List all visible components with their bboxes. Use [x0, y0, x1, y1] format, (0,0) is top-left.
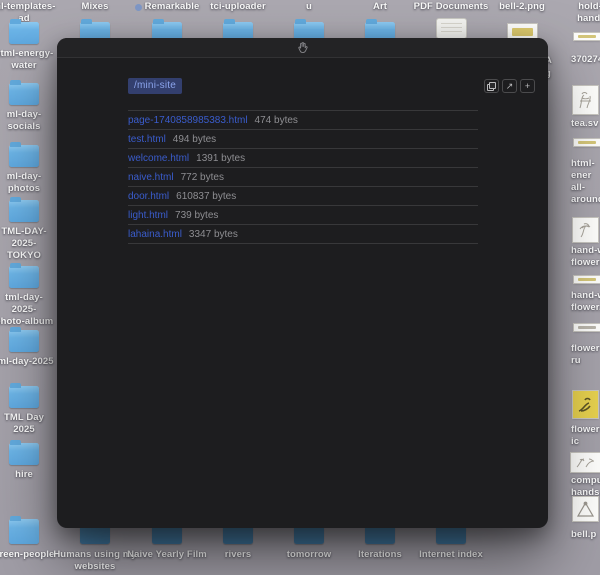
- desktop-item: html-energy- water: [0, 22, 54, 72]
- file-link[interactable]: door.html: [128, 191, 169, 202]
- desktop-icon-label: tea.sv: [571, 118, 600, 130]
- add-icon: +: [525, 81, 530, 92]
- sketch-art: [576, 395, 595, 415]
- desktop-icon-label: flower-ic: [571, 424, 600, 448]
- desktop-icon-label: TML-DAY-2025- TOKYO: [0, 226, 54, 262]
- sketch-art: [574, 456, 598, 470]
- desktop-item: ml-day-socials: [0, 83, 54, 133]
- desktop-item: tml-day-2025- photo-album: [0, 266, 54, 328]
- desktop-icon-label: 370274: [571, 54, 600, 66]
- folder-icon[interactable]: [9, 443, 39, 465]
- window-toolbar: ↗ +: [484, 79, 535, 93]
- sketch-art: [576, 89, 595, 111]
- file-link[interactable]: lahaina.html: [128, 229, 182, 240]
- desktop-icon-label: html-ener all-around: [571, 158, 600, 206]
- desktop-item: TML-DAY-2025- TOKYO: [0, 200, 54, 262]
- file-size: 772 bytes: [181, 172, 224, 183]
- desktop-icon-label: hire: [15, 469, 33, 481]
- desktop-icon-label: TML Day 2025: [0, 412, 54, 436]
- file-size: 494 bytes: [173, 134, 216, 145]
- file-link[interactable]: test.html: [128, 134, 166, 145]
- image-thumbnail-icon[interactable]: [574, 139, 600, 146]
- file-row: light.html 739 bytes: [128, 206, 478, 225]
- drag-hand-icon[interactable]: [296, 41, 309, 54]
- image-thumbnail-icon[interactable]: [574, 33, 600, 40]
- desktop-icon-label: u: [269, 1, 349, 13]
- image-thumbnail-icon[interactable]: [573, 218, 598, 242]
- window-titlebar[interactable]: [57, 38, 548, 58]
- desktop-icon-label: hold-n hand.p: [553, 1, 600, 25]
- open-external-button[interactable]: ↗: [502, 79, 517, 93]
- file-size: 739 bytes: [175, 210, 218, 221]
- file-row: naive.html 772 bytes: [128, 168, 478, 187]
- desktop-icon-label: tci-uploader: [198, 1, 278, 13]
- file-size: 3347 bytes: [189, 229, 238, 240]
- open-external-icon: ↗: [506, 81, 514, 92]
- folder-icon[interactable]: [9, 330, 39, 352]
- path-badge[interactable]: /mini-site: [128, 78, 182, 94]
- copy-icon: [487, 82, 496, 91]
- desktop-icon-label: bell.p: [571, 529, 600, 541]
- sketch-art: [576, 221, 595, 239]
- file-link[interactable]: page-1740858985383.html: [128, 115, 248, 126]
- desktop-icon-label: Art: [340, 1, 420, 13]
- desktop-icon-label: tml-day-2025- photo-album: [0, 292, 54, 328]
- folder-icon[interactable]: [9, 83, 39, 105]
- file-row: door.html 610837 bytes: [128, 187, 478, 206]
- image-thumbnail-icon[interactable]: [573, 391, 598, 418]
- bell-sketch-art: [576, 500, 595, 518]
- folder-icon[interactable]: [9, 145, 39, 167]
- desktop-icon-label: ml-day-photos: [0, 171, 54, 195]
- file-link[interactable]: naive.html: [128, 172, 174, 183]
- desktop-icon-label: flower-ru: [571, 343, 600, 367]
- folder-icon[interactable]: [9, 22, 39, 44]
- folder-icon[interactable]: [9, 386, 39, 408]
- desktop-icon-label: ml-day-socials: [0, 109, 54, 133]
- desktop-icon-label: Remarkable: [127, 1, 207, 13]
- desktop-icon-label: hand-w flower.: [571, 290, 600, 314]
- folder-icon[interactable]: [9, 519, 39, 544]
- file-browser-window: /mini-site ↗ + page-1740858985383.html 47…: [57, 38, 548, 528]
- desktop-icon-label: PDF Documents: [411, 1, 491, 13]
- image-thumbnail-icon[interactable]: [574, 276, 600, 283]
- file-size: 610837 bytes: [176, 191, 236, 202]
- desktop-item: hire: [0, 443, 54, 481]
- document-stack-icon[interactable]: [437, 19, 466, 38]
- desktop-icon-label: bell-2.png: [482, 1, 562, 13]
- path-toolbar-row: /mini-site ↗ +: [128, 78, 535, 94]
- desktop-item: ml-day-photos: [0, 145, 54, 195]
- image-thumbnail-icon[interactable]: [573, 497, 598, 521]
- desktop-item: tml-day-2025: [0, 330, 54, 368]
- file-link[interactable]: welcome.html: [128, 153, 189, 164]
- desktop-icon-label: rivers: [225, 549, 251, 561]
- file-row: lahaina.html 3347 bytes: [128, 225, 478, 244]
- desktop-icon-label: tml-day-2025: [0, 356, 54, 368]
- file-list: page-1740858985383.html 474 bytes test.ht…: [128, 110, 478, 244]
- sync-dot-icon: [135, 4, 142, 11]
- folder-icon[interactable]: [9, 200, 39, 222]
- desktop-icon-label: html-energy- water: [0, 48, 53, 72]
- file-link[interactable]: light.html: [128, 210, 168, 221]
- image-thumbnail-icon[interactable]: [573, 86, 598, 114]
- desktop-item: TML Day 2025: [0, 386, 54, 436]
- file-size: 474 bytes: [255, 115, 298, 126]
- folder-icon[interactable]: [9, 266, 39, 288]
- image-thumbnail-icon[interactable]: [574, 324, 600, 331]
- add-button[interactable]: +: [520, 79, 535, 93]
- file-row: test.html 494 bytes: [128, 130, 478, 149]
- file-row: welcome.html 1391 bytes: [128, 149, 478, 168]
- file-size: 1391 bytes: [196, 153, 245, 164]
- desktop-icon-label: hand-w flowers: [571, 245, 600, 269]
- image-thumbnail-icon[interactable]: [571, 453, 600, 472]
- desktop-icon-label: tomorrow: [287, 549, 332, 561]
- desktop-icon-label: compu hands.: [571, 475, 600, 499]
- desktop-icon-label: green-people: [0, 549, 54, 561]
- copy-button[interactable]: [484, 79, 499, 93]
- desktop-icon-label: Iterations: [358, 549, 402, 561]
- file-row: page-1740858985383.html 474 bytes: [128, 111, 478, 130]
- desktop-icon-label: Internet index: [419, 549, 483, 561]
- desktop-icon-label: Mixes: [55, 1, 135, 13]
